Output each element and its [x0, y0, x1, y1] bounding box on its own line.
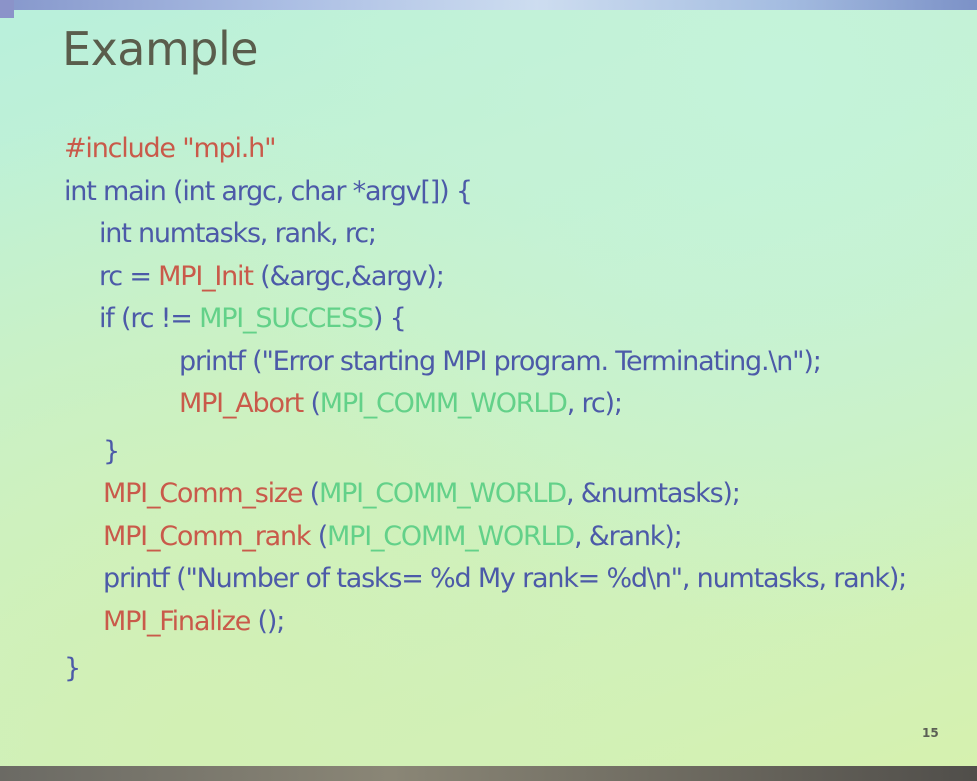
mpi-finalize-call: MPI_Finalize — [103, 605, 251, 637]
if-condition: if (rc != — [99, 303, 200, 334]
code-line-error-printf: printf ("Error starting MPI program. Ter… — [0, 341, 977, 384]
mpi-comm-rank-call: MPI_Comm_rank — [103, 520, 312, 552]
mpi-comm-world-constant: MPI_COMM_WORLD — [319, 478, 567, 509]
mpi-success-constant: MPI_SUCCESS — [199, 303, 374, 334]
if-close-brace: } — [103, 435, 120, 467]
presentation-slide: Example #include "mpi.h" int main (int a… — [0, 0, 977, 781]
if-open-brace: ) { — [372, 303, 407, 334]
finalize-args: (); — [250, 605, 286, 637]
mpi-init-args: (&argc,&argv); — [252, 260, 445, 292]
code-line-declarations: int numtasks, rank, rc; — [0, 213, 977, 256]
slide-title: Example — [62, 22, 259, 76]
error-printf: printf ("Error starting MPI program. Ter… — [179, 345, 822, 377]
mpi-abort-args: , rc); — [566, 388, 623, 419]
code-line-main: int main (int argc, char *argv[]) { — [0, 171, 977, 214]
comm-size-paren: ( — [302, 478, 321, 509]
comm-rank-args: , &rank); — [574, 520, 683, 552]
variable-declarations: int numtasks, rank, rc; — [99, 218, 377, 249]
main-signature: int main (int argc, char *argv[]) { — [64, 175, 473, 207]
mpi-comm-world-constant: MPI_COMM_WORLD — [319, 388, 568, 419]
code-line-result-printf: printf ("Number of tasks= %d My rank= %d… — [0, 558, 977, 601]
slide-corner-mark — [0, 0, 14, 18]
code-line-if-close: } — [0, 431, 977, 474]
code-block: #include "mpi.h" int main (int argc, cha… — [0, 128, 977, 691]
code-line-mpi-init: rc = MPI_Init (&argc,&argv); — [0, 256, 977, 299]
code-line-comm-rank: MPI_Comm_rank (MPI_COMM_WORLD, &rank); — [0, 516, 977, 559]
mpi-abort-paren: ( — [303, 388, 321, 419]
mpi-abort-call: MPI_Abort — [179, 388, 304, 419]
code-line-mpi-abort: MPI_Abort (MPI_COMM_WORLD, rc); — [0, 383, 977, 426]
code-line-comm-size: MPI_Comm_size (MPI_COMM_WORLD, &numtasks… — [0, 473, 977, 516]
assign-rc: rc = — [99, 260, 159, 292]
code-line-if-check: if (rc != MPI_SUCCESS) { — [0, 298, 977, 341]
code-line-include: #include "mpi.h" — [0, 128, 977, 171]
result-printf: printf ("Number of tasks= %d My rank= %d… — [103, 563, 907, 594]
projector-bottom-edge — [0, 766, 977, 781]
main-close-brace: } — [64, 653, 81, 684]
include-directive: #include "mpi.h" — [64, 133, 277, 164]
code-line-finalize: MPI_Finalize (); — [0, 601, 977, 644]
code-line-main-close: } — [0, 648, 977, 691]
mpi-comm-size-call: MPI_Comm_size — [103, 478, 303, 509]
mpi-comm-world-constant: MPI_COMM_WORLD — [327, 520, 575, 552]
comm-size-args: , &numtasks); — [565, 478, 741, 509]
mpi-init-call: MPI_Init — [158, 260, 254, 292]
slide-top-bar — [0, 0, 977, 10]
page-number: 15 — [922, 726, 939, 740]
comm-rank-paren: ( — [310, 520, 329, 552]
